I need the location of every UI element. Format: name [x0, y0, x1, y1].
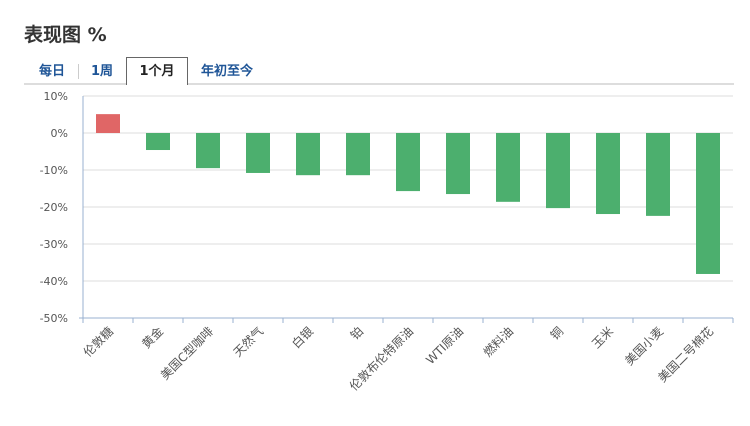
y-tick-label: -30%: [40, 238, 68, 251]
x-tick-label: 天然气: [230, 324, 266, 360]
bar: [196, 133, 220, 169]
y-tick-label: -40%: [40, 275, 68, 288]
x-tick-label: 美国C型咖啡: [157, 324, 216, 383]
performance-bar-chart: 10% 0% -10% -20% -30% -40% -50% 伦敦糖 黄金美国C型咖啡 天然气白…: [40, 90, 734, 394]
y-tick-label: 0%: [51, 127, 68, 140]
x-tick-label: 燃料油: [480, 324, 516, 360]
x-tick-label: 伦敦糖: [80, 324, 116, 360]
y-tick-label: -10%: [40, 164, 68, 177]
bar: [596, 133, 620, 215]
x-tick-label: 白银: [289, 324, 317, 352]
bar: [96, 114, 120, 133]
bar: [646, 133, 670, 216]
bar: [446, 133, 470, 195]
bar: [496, 133, 520, 202]
x-tick-label: 玉米: [589, 324, 616, 351]
x-tick-label: WTI原油: [423, 324, 466, 367]
x-tick-label: 铜: [547, 324, 566, 343]
y-tick-label: -50%: [40, 312, 68, 325]
x-tick-label: 黄金: [139, 324, 167, 352]
bar: [246, 133, 270, 173]
bar: [346, 133, 370, 176]
bar: [296, 133, 320, 176]
x-tick-label: 铂: [347, 324, 366, 343]
bar: [146, 133, 170, 151]
bar: [696, 133, 720, 274]
y-tick-label: 10%: [44, 90, 68, 103]
x-tick-label: 美国小麦: [622, 324, 666, 368]
y-tick-label: -20%: [40, 201, 68, 214]
bar: [396, 133, 420, 192]
bar: [546, 133, 570, 209]
